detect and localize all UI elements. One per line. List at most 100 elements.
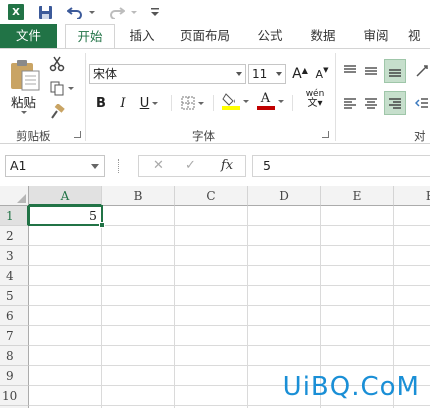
gridline bbox=[29, 245, 430, 246]
name-box-dropdown-icon[interactable] bbox=[91, 164, 99, 169]
row-header-3[interactable]: 3 bbox=[0, 246, 29, 266]
gridline bbox=[29, 405, 430, 406]
tab-formulas[interactable]: 公式 bbox=[250, 24, 290, 48]
italic-button[interactable]: I bbox=[115, 93, 131, 113]
font-size-combo[interactable]: 11 bbox=[248, 64, 286, 84]
paste-label[interactable]: 粘贴 bbox=[11, 92, 36, 111]
formula-bar-grip[interactable] bbox=[118, 159, 120, 173]
decrease-font-size-button[interactable]: A ▼ bbox=[313, 64, 331, 84]
increase-font-size-button[interactable]: A ▲ bbox=[291, 64, 309, 84]
customize-icon[interactable] bbox=[151, 2, 159, 22]
formula-input[interactable]: 5 bbox=[252, 155, 430, 177]
paste-icon bbox=[11, 60, 40, 91]
tab-page-layout[interactable]: 页面布局 bbox=[172, 24, 238, 48]
row-header-6[interactable]: 6 bbox=[0, 306, 29, 326]
gridline bbox=[174, 206, 175, 408]
row-header-5[interactable]: 5 bbox=[0, 286, 29, 306]
align-bottom-button[interactable] bbox=[384, 59, 406, 83]
align-top-icon bbox=[344, 65, 356, 73]
gridline bbox=[29, 265, 430, 266]
row-header-9[interactable]: 9 bbox=[0, 366, 29, 386]
row-header-1[interactable]: 1 bbox=[0, 206, 29, 226]
excel-logo-icon: X bbox=[8, 4, 24, 20]
format-painter-icon[interactable] bbox=[47, 103, 67, 121]
active-cell-border bbox=[28, 205, 103, 226]
align-right-icon bbox=[389, 98, 401, 109]
column-header-e[interactable]: E bbox=[321, 186, 394, 206]
underline-button[interactable]: U bbox=[136, 93, 162, 113]
clipboard-launcher-icon[interactable] bbox=[74, 131, 81, 138]
align-center-icon bbox=[365, 98, 377, 109]
row-header-7[interactable]: 7 bbox=[0, 326, 29, 346]
align-center-button[interactable] bbox=[362, 93, 380, 113]
spreadsheet-grid: A B C D E F 1 2 3 4 5 6 7 8 9 10 11 5 Ui… bbox=[0, 186, 430, 408]
tab-view[interactable]: 视 bbox=[408, 24, 430, 48]
align-left-icon bbox=[344, 98, 356, 109]
watermark-text: UiBQ.CoM bbox=[282, 372, 420, 402]
gridline bbox=[29, 285, 430, 286]
formula-buttons: ✕ ✓ fx bbox=[138, 155, 246, 177]
font-separator bbox=[292, 95, 293, 111]
tab-review[interactable]: 审阅 bbox=[356, 24, 396, 48]
borders-icon bbox=[181, 96, 194, 110]
column-header-a[interactable]: A bbox=[29, 186, 102, 206]
gridline bbox=[101, 206, 102, 408]
gridline bbox=[29, 305, 430, 306]
bold-button[interactable]: B bbox=[93, 93, 109, 113]
column-header-b[interactable]: B bbox=[102, 186, 175, 206]
name-box[interactable]: A1 bbox=[5, 155, 105, 177]
font-color-icon: A bbox=[260, 91, 271, 106]
column-header-f[interactable]: F bbox=[394, 186, 430, 206]
align-middle-button[interactable] bbox=[362, 61, 380, 81]
copy-dropdown-icon[interactable] bbox=[68, 87, 74, 90]
row-header-8[interactable]: 8 bbox=[0, 346, 29, 366]
gridline bbox=[29, 345, 430, 346]
select-all-button[interactable] bbox=[0, 186, 29, 206]
tab-insert[interactable]: 插入 bbox=[120, 24, 164, 48]
confirm-icon[interactable]: ✓ bbox=[185, 158, 196, 173]
undo-icon[interactable] bbox=[67, 2, 83, 22]
copy-icon[interactable] bbox=[47, 79, 67, 97]
decrease-indent-button[interactable] bbox=[414, 93, 430, 113]
row-header-10[interactable]: 10 bbox=[0, 386, 29, 406]
font-size-value: 11 bbox=[252, 67, 268, 81]
font-name-combo[interactable]: 宋体 bbox=[89, 64, 246, 84]
ribbon-tabs: 文件 开始 插入 页面布局 公式 数据 审阅 视 bbox=[0, 24, 430, 49]
fill-color-button[interactable] bbox=[220, 91, 250, 111]
align-left-button[interactable] bbox=[341, 93, 359, 113]
formula-bar: A1 ✕ ✓ fx 5 bbox=[0, 144, 430, 186]
font-launcher-icon[interactable] bbox=[322, 131, 329, 138]
font-group-label: 字体 bbox=[192, 129, 215, 143]
fill-handle[interactable] bbox=[99, 222, 105, 228]
orientation-icon bbox=[416, 65, 428, 77]
font-size-dropdown-icon[interactable] bbox=[276, 72, 282, 76]
redo-dropdown-icon[interactable] bbox=[128, 2, 137, 22]
row-header-2[interactable]: 2 bbox=[0, 226, 29, 246]
orientation-button[interactable] bbox=[414, 61, 430, 81]
ribbon: 粘贴 剪贴板 宋体 11 A ▲ A ▼ B I U A wén 文▾ 字体 对 bbox=[0, 48, 430, 144]
save-icon[interactable] bbox=[38, 2, 53, 22]
borders-button[interactable] bbox=[178, 93, 206, 113]
align-top-button[interactable] bbox=[341, 61, 359, 81]
column-header-d[interactable]: D bbox=[248, 186, 321, 206]
column-header-c[interactable]: C bbox=[175, 186, 248, 206]
tab-data[interactable]: 数据 bbox=[303, 24, 343, 48]
tab-file[interactable]: 文件 bbox=[0, 24, 57, 48]
phonetic-guide-button[interactable]: wén 文▾ bbox=[298, 89, 332, 109]
align-right-button[interactable] bbox=[384, 91, 406, 115]
row-header-4[interactable]: 4 bbox=[0, 266, 29, 286]
cut-icon[interactable] bbox=[47, 55, 67, 73]
gridline bbox=[247, 206, 248, 408]
font-name-dropdown-icon[interactable] bbox=[236, 72, 242, 76]
insert-function-icon[interactable]: fx bbox=[221, 158, 233, 173]
quick-access-toolbar: X bbox=[0, 0, 430, 24]
paste-dropdown-icon[interactable] bbox=[21, 111, 27, 114]
redo-icon[interactable] bbox=[109, 2, 125, 22]
fill-color-icon bbox=[221, 93, 240, 110]
font-name-value: 宋体 bbox=[93, 67, 118, 81]
cancel-icon[interactable]: ✕ bbox=[153, 158, 164, 173]
font-color-button[interactable]: A bbox=[255, 91, 285, 111]
undo-dropdown-icon[interactable] bbox=[86, 2, 95, 22]
align-middle-icon bbox=[365, 67, 377, 75]
tab-home[interactable]: 开始 bbox=[65, 24, 115, 49]
